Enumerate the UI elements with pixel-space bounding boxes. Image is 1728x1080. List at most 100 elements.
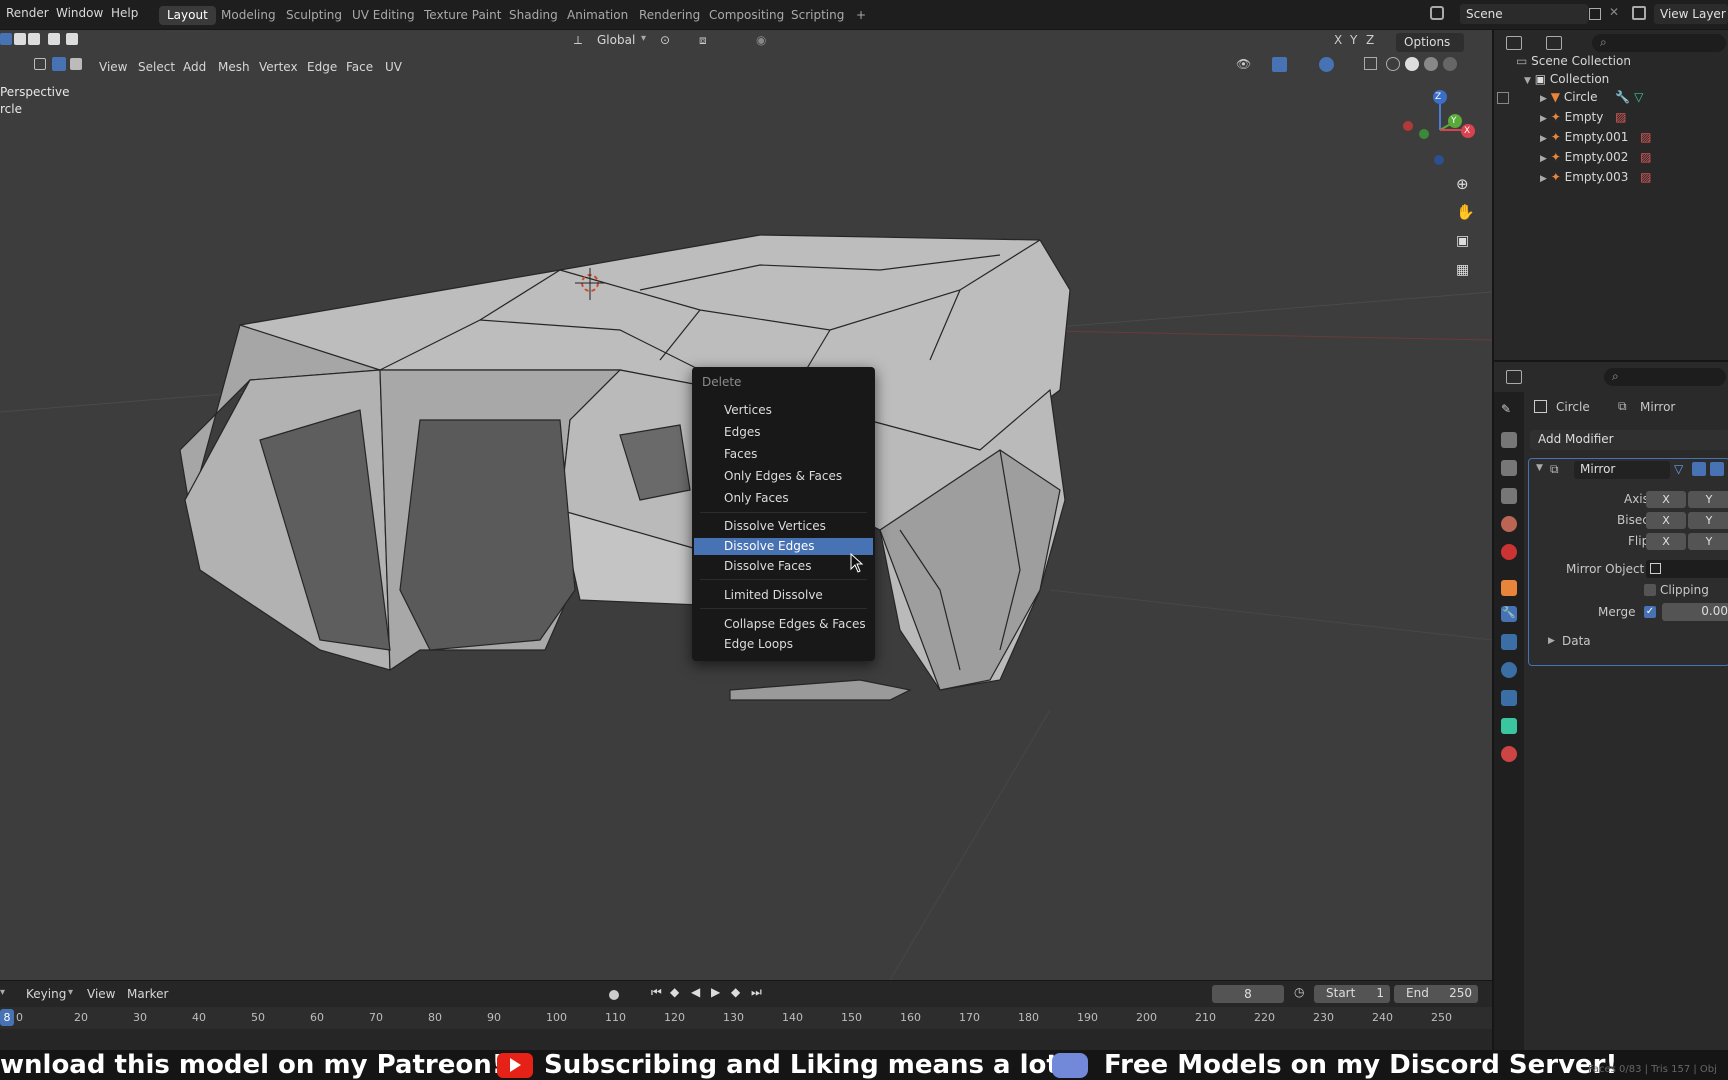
cage-toggle-icon[interactable] — [1692, 462, 1706, 476]
camera-icon[interactable]: ▣ — [1456, 233, 1474, 251]
start-frame-field[interactable]: Start 1 — [1314, 985, 1390, 1003]
render-tab-icon[interactable] — [1501, 432, 1517, 448]
menu-item-collapse-edges-faces[interactable]: Collapse Edges & Faces — [694, 616, 873, 633]
display-mode-icon[interactable] — [1546, 36, 1562, 50]
modifier-name-field[interactable]: Mirror — [1574, 461, 1670, 479]
chevron-down-icon[interactable]: ▾ — [641, 33, 646, 44]
expand-arrow-icon[interactable]: ▶ — [1540, 134, 1547, 144]
select-mode-icon[interactable] — [0, 33, 12, 45]
tab-uv-editing[interactable]: UV Editing — [344, 6, 423, 25]
menu-help[interactable]: Help — [111, 6, 138, 20]
menu-item-edge-loops[interactable]: Edge Loops — [694, 636, 873, 653]
outliner-row-circle[interactable]: ▶ ▼ Circle 🔧 ▽ — [1540, 88, 1643, 107]
outliner-row-empty[interactable]: ▶ ✦ Empty ▨ — [1540, 108, 1627, 127]
jump-start-icon[interactable]: ⏮ — [651, 985, 662, 1000]
tool-tab-icon[interactable]: ✎ — [1501, 402, 1517, 418]
tab-texture-paint[interactable]: Texture Paint — [416, 6, 509, 25]
expand-arrow-icon[interactable]: ▶ — [1540, 154, 1547, 164]
filter-icon[interactable] — [1497, 92, 1509, 104]
bisect-y-toggle[interactable]: Y — [1688, 512, 1728, 529]
face-select-icon[interactable] — [70, 58, 82, 70]
expand-arrow-icon[interactable]: ▶ — [1540, 94, 1547, 104]
merge-checkbox[interactable]: ✓ — [1644, 606, 1656, 618]
solid-shading-icon[interactable] — [1405, 57, 1419, 71]
data-tab-icon[interactable] — [1501, 718, 1517, 734]
add-modifier-button[interactable]: Add Modifier — [1530, 430, 1728, 450]
constraints-tab-icon[interactable] — [1501, 690, 1517, 706]
menu-item-limited-dissolve[interactable]: Limited Dissolve — [694, 587, 873, 604]
expand-arrow-icon[interactable]: ▶ — [1548, 636, 1555, 646]
expand-arrow-icon[interactable]: ▶ — [1540, 174, 1547, 184]
timeline-menu-view[interactable]: View — [87, 987, 115, 1001]
rendered-shading-icon[interactable] — [1443, 57, 1457, 71]
close-icon[interactable]: ✕ — [1609, 5, 1619, 19]
orientation-selector[interactable]: Global — [597, 33, 635, 47]
view-layer-tab-icon[interactable] — [1501, 488, 1517, 504]
playhead[interactable]: 8 — [0, 1009, 14, 1026]
axis-x-toggle[interactable]: X — [1646, 491, 1686, 508]
select-intersect-icon[interactable] — [66, 33, 78, 45]
menu-item-dissolve-edges[interactable]: Dissolve Edges — [694, 538, 873, 555]
clock-icon[interactable]: ◷ — [1294, 985, 1304, 999]
grid-icon[interactable]: ▦ — [1456, 262, 1474, 280]
prev-keyframe-icon[interactable]: ◆ — [670, 985, 679, 999]
edge-select-icon[interactable] — [52, 57, 66, 71]
bisect-x-toggle[interactable]: X — [1646, 512, 1686, 529]
tab-modeling[interactable]: Modeling — [213, 6, 284, 25]
gizmo-toggle-icon[interactable] — [1272, 57, 1287, 72]
flip-x-toggle[interactable]: X — [1646, 533, 1686, 550]
chevron-down-icon[interactable]: ▾ — [0, 987, 5, 998]
visibility-icon[interactable]: 👁 — [1236, 57, 1251, 71]
menu-vertex[interactable]: Vertex — [259, 60, 298, 74]
tab-layout[interactable]: Layout — [159, 6, 216, 25]
properties-search-input[interactable]: ⌕ — [1604, 368, 1726, 386]
wrench-icon[interactable]: 🔧 — [1615, 90, 1630, 104]
image-data-icon[interactable]: ▨ — [1615, 110, 1626, 124]
image-data-icon[interactable]: ▨ — [1640, 130, 1651, 144]
image-data-icon[interactable]: ▨ — [1640, 150, 1651, 164]
outliner-row-collection[interactable]: ▼ ▣ Collection — [1524, 70, 1609, 89]
play-icon[interactable]: ▶ — [711, 985, 720, 999]
menu-item-only-faces[interactable]: Only Faces — [694, 490, 873, 507]
mirror-x-button[interactable]: X — [1334, 33, 1342, 47]
output-tab-icon[interactable] — [1501, 460, 1517, 476]
overlay-toggle-icon[interactable] — [1319, 57, 1334, 72]
scene-selector[interactable]: Scene — [1460, 4, 1588, 24]
new-scene-icon[interactable] — [1589, 8, 1601, 20]
axis-y-toggle[interactable]: Y — [1688, 491, 1728, 508]
menu-item-faces[interactable]: Faces — [694, 446, 873, 463]
menu-item-vertices[interactable]: Vertices — [694, 402, 873, 419]
menu-render[interactable]: Render — [6, 6, 49, 20]
menu-item-only-edges-faces[interactable]: Only Edges & Faces — [694, 468, 873, 485]
menu-item-edges[interactable]: Edges — [694, 424, 873, 441]
chevron-down-icon[interactable]: ▾ — [68, 987, 73, 998]
collapse-arrow-icon[interactable]: ▼ — [1536, 463, 1543, 473]
tab-compositing[interactable]: Compositing — [701, 6, 792, 25]
outliner-row-empty-003[interactable]: ▶ ✦ Empty.003 ▨ — [1540, 168, 1652, 187]
select-extend-icon[interactable] — [14, 33, 26, 45]
timeline-menu-marker[interactable]: Marker — [127, 987, 168, 1001]
menu-window[interactable]: Window — [56, 6, 103, 20]
timeline-menu-keying[interactable]: Keying — [26, 987, 66, 1001]
record-icon[interactable] — [609, 990, 619, 1000]
next-keyframe-icon[interactable]: ◆ — [731, 985, 740, 999]
jump-end-icon[interactable]: ⏭ — [751, 985, 762, 1000]
menu-add[interactable]: Add — [183, 60, 206, 74]
tab-scripting[interactable]: Scripting — [783, 6, 852, 25]
scene-tab-icon[interactable] — [1501, 516, 1517, 532]
expand-arrow-icon[interactable]: ▶ — [1540, 114, 1547, 124]
mirror-object-field[interactable] — [1646, 560, 1728, 578]
realtime-toggle-icon[interactable] — [1710, 462, 1724, 476]
snap-icon[interactable]: ⧈ — [699, 33, 707, 48]
menu-uv[interactable]: UV — [385, 60, 402, 74]
outliner-row-root[interactable]: ▭ Scene Collection — [1516, 52, 1631, 71]
zoom-icon[interactable]: ⊕ — [1456, 175, 1474, 193]
outliner-search-input[interactable]: ⌕ — [1592, 34, 1726, 52]
menu-edge[interactable]: Edge — [307, 60, 337, 74]
select-invert-icon[interactable] — [48, 33, 60, 45]
material-tab-icon[interactable] — [1501, 746, 1517, 762]
view-layer-selector[interactable]: View Layer — [1654, 4, 1728, 24]
menu-face[interactable]: Face — [346, 60, 373, 74]
particles-tab-icon[interactable] — [1501, 634, 1517, 650]
menu-view[interactable]: View — [99, 60, 127, 74]
